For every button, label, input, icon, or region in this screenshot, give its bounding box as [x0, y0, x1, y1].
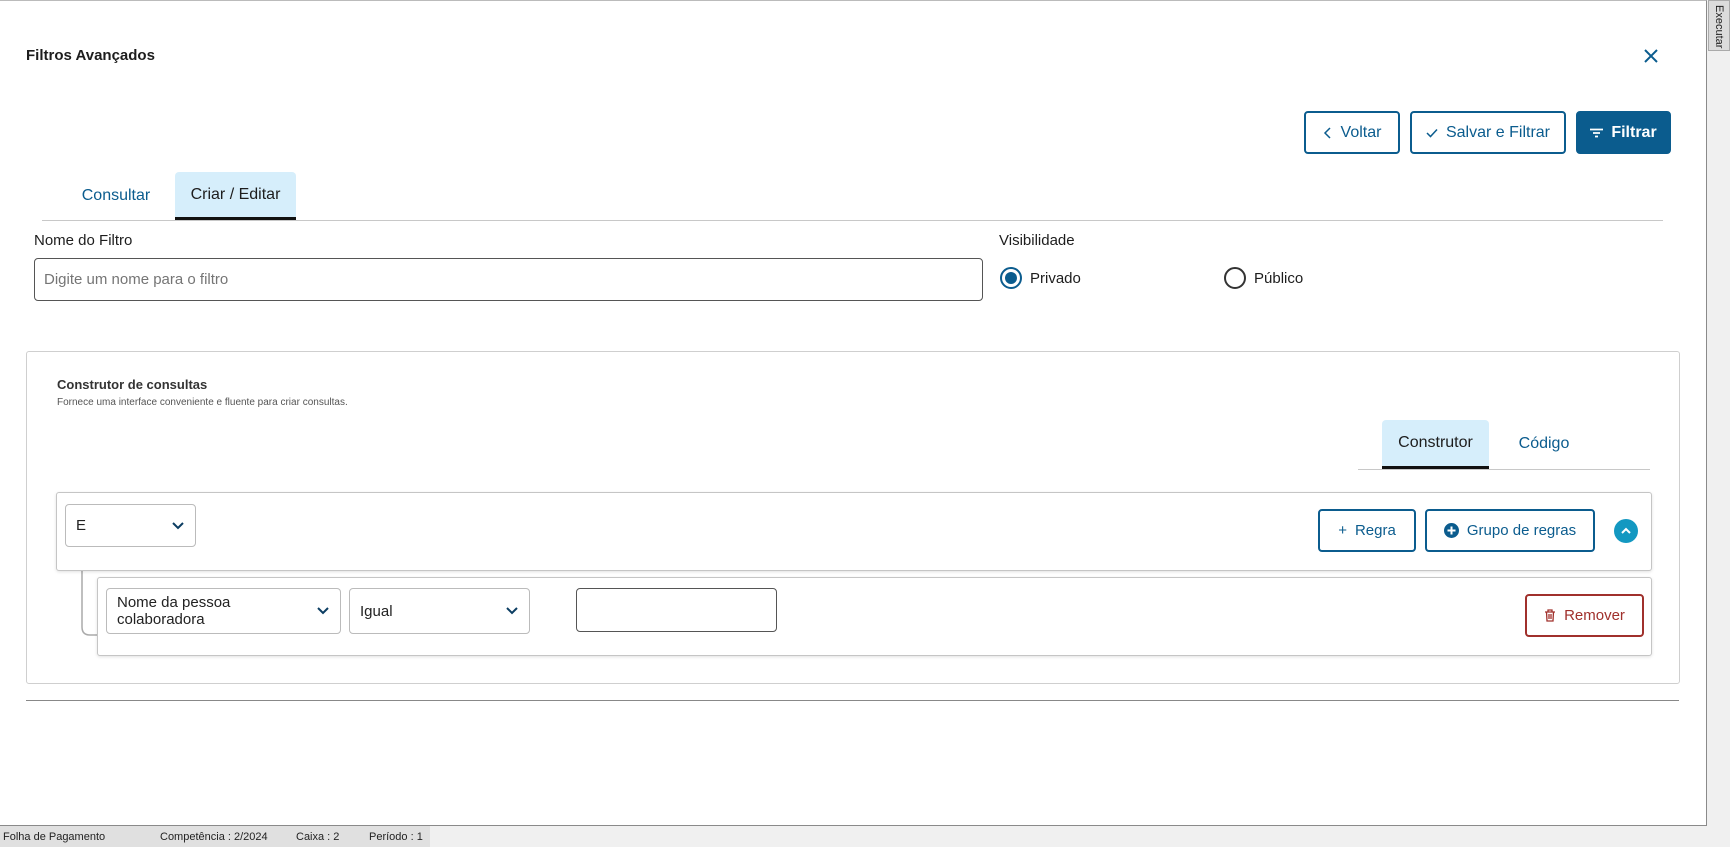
- radio-checked-icon: [1000, 267, 1022, 289]
- tab-codigo[interactable]: Código: [1501, 420, 1587, 467]
- field-value: Nome da pessoa colaboradora: [117, 594, 231, 628]
- chevron-down-icon: [506, 607, 518, 615]
- remove-rule-button[interactable]: Remover: [1525, 594, 1644, 637]
- plus-icon: +: [1338, 522, 1347, 539]
- filter-label: Filtrar: [1611, 123, 1657, 141]
- tab-label: Consultar: [81, 186, 151, 204]
- chevron-down-icon: [317, 607, 330, 615]
- tabs-divider: [42, 220, 1663, 221]
- side-tab-executar[interactable]: Executar: [1708, 0, 1730, 51]
- collapse-group-button[interactable]: [1614, 519, 1638, 543]
- dialog-title: Filtros Avançados: [26, 47, 155, 64]
- tab-criar-editar[interactable]: Criar / Editar: [175, 172, 296, 220]
- status-module: Folha de Pagamento: [3, 830, 106, 843]
- status-periodo: Período : 1: [369, 830, 423, 843]
- radio-label: Privado: [1030, 269, 1081, 287]
- trash-icon: [1545, 609, 1556, 622]
- condition-select[interactable]: E: [65, 504, 196, 547]
- chevron-left-icon: [1323, 126, 1331, 139]
- radio-publico[interactable]: Público: [1224, 267, 1303, 289]
- filter-name-label: Nome do Filtro: [34, 232, 133, 249]
- tab-label: Criar / Editar: [190, 185, 281, 203]
- rule-group: E + Regra Grupo de regras: [56, 492, 1652, 571]
- advanced-filters-dialog: Filtros Avançados Voltar Salvar e Filtra…: [0, 0, 1707, 826]
- rule-value-input[interactable]: [576, 588, 777, 632]
- check-icon: [1426, 128, 1438, 138]
- status-bar: Folha de Pagamento Competência : 2/2024 …: [0, 826, 430, 847]
- visibility-label: Visibilidade: [999, 232, 1075, 249]
- tab-label: Construtor: [1398, 434, 1473, 451]
- operator-select[interactable]: Igual: [349, 588, 530, 634]
- builder-tabs-divider: [1358, 469, 1650, 470]
- add-rule-button[interactable]: + Regra: [1318, 509, 1416, 552]
- add-rule-label: Regra: [1354, 522, 1396, 539]
- side-tab-label: Executar: [1713, 5, 1725, 49]
- save-and-filter-label: Salvar e Filtrar: [1445, 123, 1551, 141]
- radio-privado[interactable]: Privado: [1000, 267, 1081, 289]
- radio-label: Público: [1254, 269, 1304, 287]
- save-and-filter-button[interactable]: Salvar e Filtrar: [1410, 111, 1566, 154]
- remove-label: Remover: [1564, 607, 1625, 624]
- query-builder-subtitle: Fornece uma interface conveniente e flue…: [57, 397, 348, 408]
- field-select[interactable]: Nome da pessoa colaboradora: [106, 588, 341, 634]
- condition-value: E: [76, 517, 87, 534]
- status-caixa: Caixa : 2: [296, 830, 340, 843]
- footer-divider: [26, 700, 1679, 701]
- status-competencia: Competência : 2/2024: [160, 830, 268, 843]
- add-group-label: Grupo de regras: [1466, 522, 1577, 539]
- query-builder-card: Construtor de consultas Fornece uma inte…: [26, 351, 1680, 684]
- chevron-down-icon: [172, 521, 184, 529]
- filter-button[interactable]: Filtrar: [1576, 111, 1671, 154]
- add-group-button[interactable]: Grupo de regras: [1425, 509, 1595, 552]
- plus-circle-icon: [1443, 523, 1459, 538]
- filter-icon: [1590, 128, 1604, 137]
- operator-value: Igual: [360, 602, 393, 620]
- query-builder-title: Construtor de consultas: [57, 377, 208, 392]
- rule-row: Nome da pessoa colaboradora Igual Remove…: [97, 577, 1652, 656]
- back-label: Voltar: [1340, 123, 1382, 141]
- radio-unchecked-icon: [1224, 267, 1246, 289]
- tab-label: Código: [1518, 434, 1570, 452]
- chevron-up-icon: [1621, 527, 1631, 534]
- filter-name-input[interactable]: [34, 258, 983, 301]
- tab-consultar[interactable]: Consultar: [66, 172, 166, 219]
- tab-construtor[interactable]: Construtor: [1382, 420, 1489, 469]
- close-icon[interactable]: [1640, 45, 1662, 67]
- back-button[interactable]: Voltar: [1304, 111, 1400, 154]
